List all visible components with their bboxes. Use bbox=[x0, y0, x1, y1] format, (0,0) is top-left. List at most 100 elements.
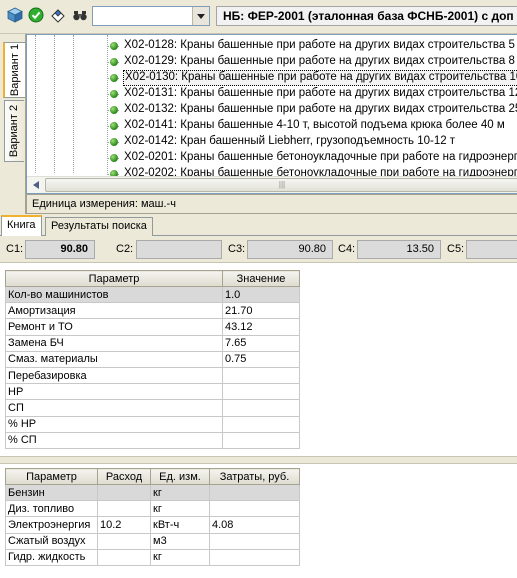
tree-item-label: Х02-0141: Краны башенные 4-10 т, высотой… bbox=[124, 119, 505, 131]
table-cell[interactable] bbox=[222, 366, 300, 385]
green-bullet-icon bbox=[110, 42, 118, 50]
table-cell[interactable]: кВт-ч bbox=[150, 516, 210, 534]
column-header-parameter[interactable]: Параметр bbox=[5, 468, 98, 485]
toolbar: НБ: ФЕР-2001 (эталонная база ФСНБ-2001) … bbox=[0, 0, 517, 34]
c1-label: С1: bbox=[6, 243, 24, 255]
horizontal-scrollbar[interactable]: ||| bbox=[27, 176, 517, 193]
table-cell[interactable]: кг bbox=[150, 548, 210, 566]
table-row[interactable]: НР bbox=[5, 383, 300, 401]
table-row[interactable]: СП bbox=[5, 399, 300, 417]
table-cell[interactable]: Электроэнергия bbox=[5, 516, 98, 534]
table-cell[interactable]: Перебазировка bbox=[5, 366, 223, 385]
table-cell[interactable]: НР bbox=[5, 383, 223, 401]
table-cell[interactable]: 7.65 bbox=[222, 334, 300, 352]
scrollbar-thumb[interactable]: ||| bbox=[45, 178, 517, 192]
table-cell[interactable]: Диз. топливо bbox=[5, 500, 98, 518]
table-cell[interactable] bbox=[97, 500, 151, 518]
table-cell[interactable] bbox=[222, 383, 300, 401]
table-cell[interactable]: Замена БЧ bbox=[5, 334, 223, 352]
c4-field[interactable]: 13.50 bbox=[357, 240, 441, 259]
table-row[interactable]: Гидр. жидкость кг bbox=[5, 548, 300, 566]
chevron-down-icon[interactable] bbox=[192, 7, 209, 25]
column-header-cost[interactable]: Затраты, руб. bbox=[209, 468, 300, 485]
table-cell[interactable]: 21.70 bbox=[222, 302, 300, 320]
table-cell[interactable]: Сжатый воздух bbox=[5, 532, 98, 550]
table-cell[interactable]: СП bbox=[5, 399, 223, 417]
table-cell[interactable]: 4.08 bbox=[209, 516, 300, 534]
resource-tree[interactable]: Х02-0128: Краны башенные при работе на д… bbox=[26, 34, 517, 194]
table-cell[interactable]: % НР bbox=[5, 415, 223, 433]
toolbar-combobox[interactable] bbox=[92, 6, 210, 26]
table-cell[interactable] bbox=[97, 483, 151, 502]
table-row[interactable]: Ремонт и ТО 43.12 bbox=[5, 318, 300, 336]
c5-label: С5: bbox=[447, 243, 465, 255]
tree-item[interactable]: Х02-0129: Краны башенные при работе на д… bbox=[27, 54, 517, 70]
table-row[interactable]: Перебазировка bbox=[5, 366, 300, 385]
table-row[interactable]: Замена БЧ 7.65 bbox=[5, 334, 300, 352]
scrollbar-grip: ||| bbox=[278, 180, 286, 189]
table-row[interactable]: Бензин кг bbox=[5, 483, 300, 502]
table-cell[interactable] bbox=[209, 500, 300, 518]
table-row[interactable]: Амортизация 21.70 bbox=[5, 302, 300, 320]
eraser-icon[interactable] bbox=[49, 6, 67, 24]
table-row[interactable]: Диз. топливо кг bbox=[5, 500, 300, 518]
scroll-left-icon[interactable] bbox=[27, 177, 44, 193]
column-header-consumption[interactable]: Расход bbox=[97, 468, 151, 485]
table-cell[interactable]: Ремонт и ТО bbox=[5, 318, 223, 336]
tab-variant-2[interactable]: Вариант 2 bbox=[4, 100, 24, 162]
tree-item-label: Х02-0128: Краны башенные при работе на д… bbox=[124, 39, 517, 51]
tree-item[interactable]: Х02-0131: Краны башенные при работе на д… bbox=[27, 86, 517, 102]
tab-variant-1[interactable]: Вариант 1 bbox=[3, 42, 25, 98]
binoculars-icon[interactable] bbox=[71, 6, 89, 24]
table-cell[interactable]: 10.2 bbox=[97, 516, 151, 534]
parameters-panel: Параметр Значение Кол-во машинистов 1.0 Ам… bbox=[0, 263, 517, 456]
c2-field[interactable] bbox=[136, 240, 222, 259]
table-cell[interactable]: кг bbox=[150, 500, 210, 518]
tree-item-label: Х02-0131: Краны башенные при работе на д… bbox=[124, 87, 517, 99]
tree-item[interactable]: Х02-0141: Краны башенные 4-10 т, высотой… bbox=[27, 118, 517, 134]
tree-item[interactable]: Х02-0128: Краны башенные при работе на д… bbox=[27, 38, 517, 54]
table-cell[interactable]: Бензин bbox=[5, 483, 98, 502]
table-cell[interactable]: % СП bbox=[5, 431, 223, 449]
table-cell[interactable] bbox=[222, 431, 300, 449]
table-row[interactable]: % НР bbox=[5, 415, 300, 433]
base-title: НБ: ФЕР-2001 (эталонная база ФСНБ-2001) … bbox=[216, 6, 517, 26]
table-row[interactable]: Смаз. материалы 0.75 bbox=[5, 350, 300, 368]
database-cube-icon[interactable] bbox=[6, 6, 24, 24]
green-bullet-icon bbox=[110, 122, 118, 130]
column-header-parameter[interactable]: Параметр bbox=[5, 270, 223, 287]
table-cell[interactable]: Кол-во машинистов bbox=[5, 285, 223, 304]
table-row[interactable]: % СП bbox=[5, 431, 300, 449]
table-cell[interactable]: 43.12 bbox=[222, 318, 300, 336]
table-cell[interactable]: 1.0 bbox=[222, 285, 300, 304]
column-header-unit[interactable]: Ед. изм. bbox=[150, 468, 210, 485]
table-cell[interactable] bbox=[97, 532, 151, 550]
column-header-value[interactable]: Значение bbox=[222, 270, 300, 287]
table-cell[interactable] bbox=[209, 483, 300, 502]
tree-item[interactable]: Х02-0130: Краны башенные при работе на д… bbox=[27, 70, 517, 86]
table-cell[interactable] bbox=[222, 415, 300, 433]
tree-item-label: Х02-0130: Краны башенные при работе на д… bbox=[123, 70, 517, 86]
tree-item[interactable]: Х02-0132: Краны башенные при работе на д… bbox=[27, 102, 517, 118]
table-row[interactable]: Электроэнергия 10.2 кВт-ч 4.08 bbox=[5, 516, 300, 534]
tab-book[interactable]: Книга bbox=[1, 215, 42, 237]
c5-field[interactable] bbox=[466, 240, 517, 259]
c3-field[interactable]: 90.80 bbox=[247, 240, 333, 259]
table-cell[interactable] bbox=[209, 532, 300, 550]
tree-item[interactable]: Х02-0142: Кран башенный Liebherr, грузоп… bbox=[27, 134, 517, 150]
table-row[interactable]: Кол-во машинистов 1.0 bbox=[5, 285, 300, 304]
table-cell[interactable] bbox=[209, 548, 300, 566]
table-cell[interactable]: Амортизация bbox=[5, 302, 223, 320]
tree-item[interactable]: Х02-0201: Краны башенные бетоноукладочны… bbox=[27, 150, 517, 166]
table-cell[interactable]: кг bbox=[150, 483, 210, 502]
table-cell[interactable] bbox=[222, 399, 300, 417]
table-cell[interactable]: 0.75 bbox=[222, 350, 300, 368]
table-cell[interactable]: Смаз. материалы bbox=[5, 350, 223, 368]
table-cell[interactable]: м3 bbox=[150, 532, 210, 550]
tab-search-results[interactable]: Результаты поиска bbox=[45, 217, 153, 236]
table-row[interactable]: Сжатый воздух м3 bbox=[5, 532, 300, 550]
table-cell[interactable]: Гидр. жидкость bbox=[5, 548, 98, 566]
c1-field[interactable]: 90.80 bbox=[25, 240, 95, 259]
check-icon[interactable] bbox=[27, 6, 45, 24]
table-cell[interactable] bbox=[97, 548, 151, 566]
